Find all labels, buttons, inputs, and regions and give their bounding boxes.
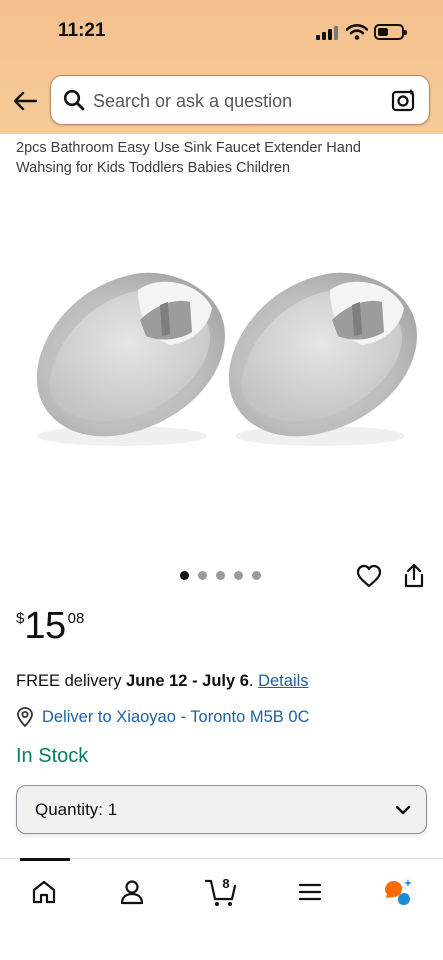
- image-carousel-indicator[interactable]: [180, 571, 261, 580]
- carousel-dot-1[interactable]: [180, 571, 189, 580]
- availability-status: In Stock: [16, 745, 89, 767]
- rufus-icon: [385, 879, 412, 905]
- quantity-label: Quantity: 1: [35, 800, 118, 819]
- active-tab-indicator: [20, 858, 70, 861]
- faucet-extender-left: [36, 272, 225, 446]
- back-arrow-icon: [13, 91, 38, 111]
- price-whole: 15: [24, 605, 66, 647]
- deliver-to-location[interactable]: Deliver to Xiaoyao - Toronto M5B 0C: [16, 707, 310, 727]
- account-icon: [120, 880, 144, 905]
- tab-account[interactable]: [112, 876, 152, 908]
- battery-icon: [374, 24, 407, 40]
- quantity-selector[interactable]: Quantity: 1: [16, 785, 427, 834]
- deliver-to-text[interactable]: Deliver to Xiaoyao - Toronto M5B 0C: [42, 708, 310, 727]
- status-time: 11:21: [58, 20, 106, 41]
- product-title[interactable]: 2pcs Bathroom Easy Use Sink Faucet Exten…: [16, 138, 416, 178]
- chevron-down-icon: [395, 805, 411, 815]
- menu-icon: [298, 883, 322, 901]
- carousel-dot-3[interactable]: [216, 571, 225, 580]
- faucet-extender-right: [228, 272, 417, 446]
- delivery-details-link[interactable]: Details: [258, 672, 308, 690]
- tab-home[interactable]: [24, 876, 64, 908]
- bottom-tab-bar: [0, 858, 443, 960]
- product-price: $ 15 08: [16, 604, 84, 648]
- share-icon[interactable]: [402, 563, 426, 589]
- delivery-dates: June 12 - July 6: [126, 672, 249, 690]
- delivery-suffix: .: [248, 672, 259, 690]
- wifi-icon: [346, 24, 368, 40]
- tab-rufus[interactable]: [378, 876, 418, 908]
- carousel-dot-4[interactable]: [234, 571, 243, 580]
- home-icon: [32, 880, 56, 904]
- search-input[interactable]: [93, 88, 383, 114]
- delivery-prefix: FREE delivery: [16, 672, 127, 690]
- price-fraction: 08: [67, 610, 85, 627]
- tab-menu[interactable]: [290, 876, 330, 908]
- carousel-dot-2[interactable]: [198, 571, 207, 580]
- status-bar: 11:21: [0, 0, 443, 66]
- back-button[interactable]: [10, 86, 40, 116]
- delivery-info: FREE delivery June 12 - July 6. Details: [16, 672, 309, 691]
- location-pin-icon: [17, 707, 33, 727]
- search-icon: [63, 89, 85, 111]
- cellular-signal-icon: [316, 26, 340, 40]
- carousel-dot-5[interactable]: [252, 571, 261, 580]
- heart-icon[interactable]: [356, 563, 382, 589]
- price-currency: $: [16, 610, 25, 627]
- product-image[interactable]: [20, 250, 420, 450]
- search-bar[interactable]: [50, 75, 430, 125]
- cart-count-badge: 8: [222, 876, 230, 891]
- camera-lens-icon[interactable]: [391, 87, 417, 113]
